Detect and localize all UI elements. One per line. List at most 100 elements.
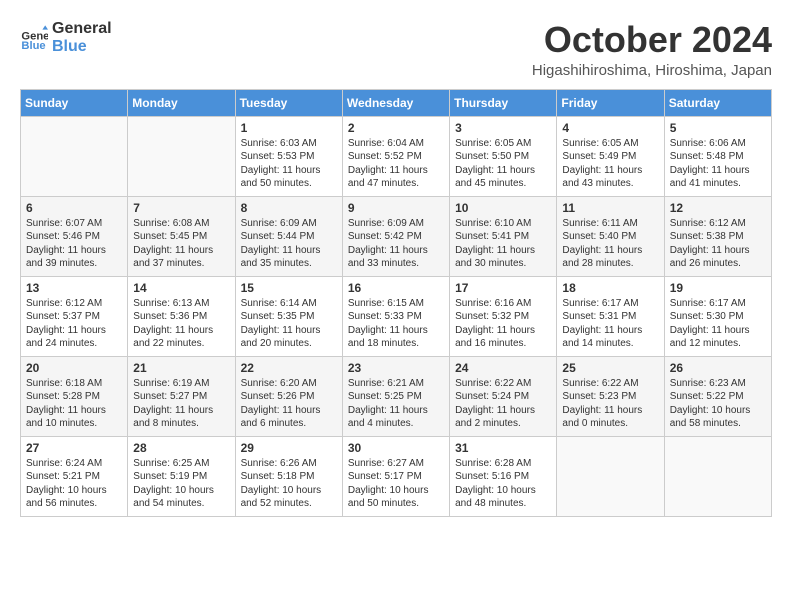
day-number: 23 xyxy=(348,361,444,375)
day-number: 3 xyxy=(455,121,551,135)
cell-text: Sunrise: 6:12 AM Sunset: 5:38 PM Dayligh… xyxy=(670,217,766,271)
calendar-cell: 16 Sunrise: 6:15 AM Sunset: 5:33 PM Dayli… xyxy=(342,276,449,356)
cell-text: Sunrise: 6:18 AM Sunset: 5:28 PM Dayligh… xyxy=(26,377,122,431)
calendar-cell: 17 Sunrise: 6:16 AM Sunset: 5:32 PM Dayli… xyxy=(450,276,557,356)
cell-text: Sunrise: 6:21 AM Sunset: 5:25 PM Dayligh… xyxy=(348,377,444,431)
day-number: 1 xyxy=(241,121,337,135)
cell-text: Sunrise: 6:25 AM Sunset: 5:19 PM Dayligh… xyxy=(133,457,229,511)
cell-text: Sunrise: 6:22 AM Sunset: 5:24 PM Dayligh… xyxy=(455,377,551,431)
cell-text: Sunrise: 6:15 AM Sunset: 5:33 PM Dayligh… xyxy=(348,297,444,351)
calendar-cell: 19 Sunrise: 6:17 AM Sunset: 5:30 PM Dayli… xyxy=(664,276,771,356)
calendar-cell: 5 Sunrise: 6:06 AM Sunset: 5:48 PM Daylig… xyxy=(664,116,771,196)
calendar-cell: 20 Sunrise: 6:18 AM Sunset: 5:28 PM Dayli… xyxy=(21,356,128,436)
day-number: 5 xyxy=(670,121,766,135)
calendar-cell: 15 Sunrise: 6:14 AM Sunset: 5:35 PM Dayli… xyxy=(235,276,342,356)
cell-text: Sunrise: 6:23 AM Sunset: 5:22 PM Dayligh… xyxy=(670,377,766,431)
day-number: 28 xyxy=(133,441,229,455)
calendar-cell xyxy=(21,116,128,196)
day-number: 6 xyxy=(26,201,122,215)
day-number: 30 xyxy=(348,441,444,455)
day-number: 4 xyxy=(562,121,658,135)
weekday-header-sunday: Sunday xyxy=(21,89,128,116)
day-number: 22 xyxy=(241,361,337,375)
cell-text: Sunrise: 6:17 AM Sunset: 5:30 PM Dayligh… xyxy=(670,297,766,351)
cell-text: Sunrise: 6:07 AM Sunset: 5:46 PM Dayligh… xyxy=(26,217,122,271)
cell-text: Sunrise: 6:16 AM Sunset: 5:32 PM Dayligh… xyxy=(455,297,551,351)
calendar-cell: 23 Sunrise: 6:21 AM Sunset: 5:25 PM Dayli… xyxy=(342,356,449,436)
cell-text: Sunrise: 6:19 AM Sunset: 5:27 PM Dayligh… xyxy=(133,377,229,431)
calendar-cell xyxy=(128,116,235,196)
day-number: 16 xyxy=(348,281,444,295)
calendar-cell: 18Sunrise: 6:17 AM Sunset: 5:31 PM Dayli… xyxy=(557,276,664,356)
day-number: 15 xyxy=(241,281,337,295)
cell-text: Sunrise: 6:09 AM Sunset: 5:42 PM Dayligh… xyxy=(348,217,444,271)
calendar-cell: 2 Sunrise: 6:04 AM Sunset: 5:52 PM Daylig… xyxy=(342,116,449,196)
cell-text: Sunrise: 6:20 AM Sunset: 5:26 PM Dayligh… xyxy=(241,377,337,431)
calendar-cell: 29 Sunrise: 6:26 AM Sunset: 5:18 PM Dayli… xyxy=(235,436,342,516)
day-number: 24 xyxy=(455,361,551,375)
day-number: 7 xyxy=(133,201,229,215)
calendar-cell: 30 Sunrise: 6:27 AM Sunset: 5:17 PM Dayli… xyxy=(342,436,449,516)
cell-text: Sunrise: 6:10 AM Sunset: 5:41 PM Dayligh… xyxy=(455,217,551,271)
calendar-week-row: 6 Sunrise: 6:07 AM Sunset: 5:46 PM Daylig… xyxy=(21,196,772,276)
calendar-header-row: SundayMondayTuesdayWednesdayThursdayFrid… xyxy=(21,89,772,116)
day-number: 19 xyxy=(670,281,766,295)
cell-text: Sunrise: 6:27 AM Sunset: 5:17 PM Dayligh… xyxy=(348,457,444,511)
day-number: 20 xyxy=(26,361,122,375)
cell-text: Sunrise: 6:06 AM Sunset: 5:48 PM Dayligh… xyxy=(670,137,766,191)
cell-text: Sunrise: 6:03 AM Sunset: 5:53 PM Dayligh… xyxy=(241,137,337,191)
cell-text: Sunrise: 6:12 AM Sunset: 5:37 PM Dayligh… xyxy=(26,297,122,351)
calendar-cell: 22 Sunrise: 6:20 AM Sunset: 5:26 PM Dayli… xyxy=(235,356,342,436)
cell-text: Sunrise: 6:26 AM Sunset: 5:18 PM Dayligh… xyxy=(241,457,337,511)
day-number: 9 xyxy=(348,201,444,215)
day-number: 13 xyxy=(26,281,122,295)
day-number: 12 xyxy=(670,201,766,215)
calendar-cell xyxy=(557,436,664,516)
logo-blue: Blue xyxy=(52,38,112,56)
calendar-cell: 6 Sunrise: 6:07 AM Sunset: 5:46 PM Daylig… xyxy=(21,196,128,276)
calendar-cell: 11Sunrise: 6:11 AM Sunset: 5:40 PM Dayli… xyxy=(557,196,664,276)
calendar-table: SundayMondayTuesdayWednesdayThursdayFrid… xyxy=(20,89,772,517)
cell-text: Sunrise: 6:24 AM Sunset: 5:21 PM Dayligh… xyxy=(26,457,122,511)
calendar-cell: 8Sunrise: 6:09 AM Sunset: 5:44 PM Daylig… xyxy=(235,196,342,276)
day-number: 21 xyxy=(133,361,229,375)
calendar-cell: 12 Sunrise: 6:12 AM Sunset: 5:38 PM Dayli… xyxy=(664,196,771,276)
calendar-week-row: 13 Sunrise: 6:12 AM Sunset: 5:37 PM Dayli… xyxy=(21,276,772,356)
cell-text: Sunrise: 6:13 AM Sunset: 5:36 PM Dayligh… xyxy=(133,297,229,351)
day-number: 27 xyxy=(26,441,122,455)
day-number: 25 xyxy=(562,361,658,375)
calendar-cell: 25 Sunrise: 6:22 AM Sunset: 5:23 PM Dayli… xyxy=(557,356,664,436)
weekday-header-tuesday: Tuesday xyxy=(235,89,342,116)
calendar-cell: 28 Sunrise: 6:25 AM Sunset: 5:19 PM Dayli… xyxy=(128,436,235,516)
calendar-cell: 27 Sunrise: 6:24 AM Sunset: 5:21 PM Dayli… xyxy=(21,436,128,516)
svg-text:Blue: Blue xyxy=(21,40,45,52)
calendar-week-row: 20 Sunrise: 6:18 AM Sunset: 5:28 PM Dayli… xyxy=(21,356,772,436)
logo-general: General xyxy=(52,20,112,38)
calendar-cell: 3Sunrise: 6:05 AM Sunset: 5:50 PM Daylig… xyxy=(450,116,557,196)
day-number: 31 xyxy=(455,441,551,455)
day-number: 26 xyxy=(670,361,766,375)
day-number: 8 xyxy=(241,201,337,215)
cell-text: Sunrise: 6:14 AM Sunset: 5:35 PM Dayligh… xyxy=(241,297,337,351)
cell-text: Sunrise: 6:22 AM Sunset: 5:23 PM Dayligh… xyxy=(562,377,658,431)
cell-text: Sunrise: 6:05 AM Sunset: 5:49 PM Dayligh… xyxy=(562,137,658,191)
day-number: 10 xyxy=(455,201,551,215)
cell-text: Sunrise: 6:28 AM Sunset: 5:16 PM Dayligh… xyxy=(455,457,551,511)
day-number: 29 xyxy=(241,441,337,455)
calendar-cell: 9 Sunrise: 6:09 AM Sunset: 5:42 PM Daylig… xyxy=(342,196,449,276)
month-title: October 2024 xyxy=(532,20,772,60)
title-block: October 2024 Higashihiroshima, Hiroshima… xyxy=(532,20,772,79)
cell-text: Sunrise: 6:11 AM Sunset: 5:40 PM Dayligh… xyxy=(562,217,658,271)
calendar-cell: 24 Sunrise: 6:22 AM Sunset: 5:24 PM Dayli… xyxy=(450,356,557,436)
weekday-header-wednesday: Wednesday xyxy=(342,89,449,116)
location-title: Higashihiroshima, Hiroshima, Japan xyxy=(532,62,772,79)
cell-text: Sunrise: 6:08 AM Sunset: 5:45 PM Dayligh… xyxy=(133,217,229,271)
cell-text: Sunrise: 6:04 AM Sunset: 5:52 PM Dayligh… xyxy=(348,137,444,191)
logo: General Blue General Blue xyxy=(20,20,112,55)
calendar-cell: 7 Sunrise: 6:08 AM Sunset: 5:45 PM Daylig… xyxy=(128,196,235,276)
weekday-header-saturday: Saturday xyxy=(664,89,771,116)
calendar-week-row: 1 Sunrise: 6:03 AM Sunset: 5:53 PM Daylig… xyxy=(21,116,772,196)
day-number: 17 xyxy=(455,281,551,295)
day-number: 2 xyxy=(348,121,444,135)
cell-text: Sunrise: 6:17 AM Sunset: 5:31 PM Dayligh… xyxy=(562,297,658,351)
